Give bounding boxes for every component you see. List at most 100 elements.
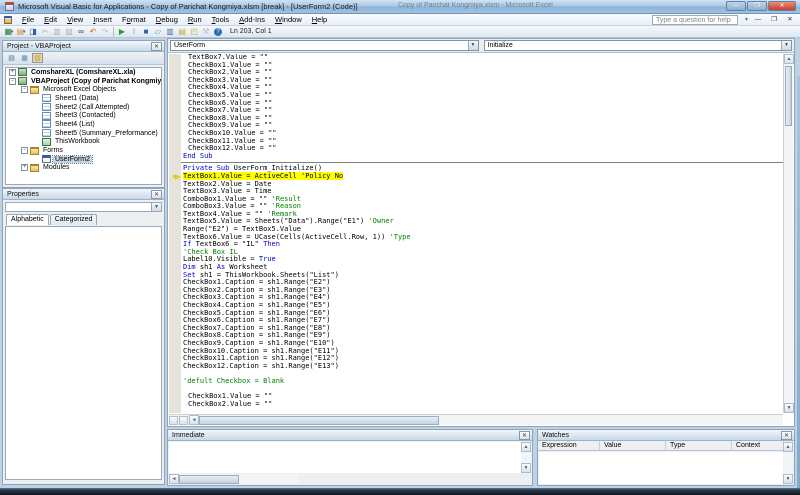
minimize-button[interactable]: —: [726, 1, 746, 11]
toggle-folders-icon[interactable]: ▨: [32, 53, 43, 63]
scroll-left-icon[interactable]: ◄: [169, 474, 179, 484]
maximize-button[interactable]: ❐: [747, 1, 767, 11]
tab-alphabetic[interactable]: Alphabetic: [6, 214, 49, 225]
scrollbar-thumb[interactable]: [179, 475, 239, 484]
procedure-dropdown[interactable]: Initialize ▼: [484, 40, 793, 51]
watches-column-expression[interactable]: Expression: [538, 441, 600, 450]
menu-add-ins[interactable]: Add-Ins: [234, 14, 270, 25]
menu-tools[interactable]: Tools: [207, 14, 235, 25]
watches-column-type[interactable]: Type: [666, 441, 732, 450]
chevron-down-icon[interactable]: ▼: [468, 41, 478, 50]
tree-item[interactable]: Sheet1 (Data): [6, 94, 161, 103]
run-icon[interactable]: ▶: [116, 26, 128, 37]
chevron-down-icon[interactable]: ▼: [781, 41, 791, 50]
watches-panel-close-icon[interactable]: ✕: [781, 431, 792, 440]
immediate-horizontal-scrollbar[interactable]: ◄: [169, 474, 299, 484]
menu-view[interactable]: View: [62, 14, 88, 25]
close-button[interactable]: ✕: [768, 1, 796, 11]
tree-item[interactable]: - Forms: [6, 146, 161, 155]
expand-icon[interactable]: +: [9, 69, 16, 76]
watches-column-context[interactable]: Context: [732, 441, 784, 450]
expand-icon[interactable]: +: [21, 164, 28, 171]
tree-item[interactable]: UserForm2: [6, 155, 161, 164]
tab-categorized[interactable]: Categorized: [50, 214, 98, 225]
help-icon[interactable]: ?: [212, 26, 224, 37]
scrollbar-thumb[interactable]: [785, 66, 792, 126]
project-panel-toolbar: ▤▦▨: [3, 52, 164, 65]
tree-item[interactable]: -VBAProject (Copy of Parichat Kongmiya.x…: [6, 77, 161, 86]
scrollbar-thumb[interactable]: [199, 416, 439, 425]
tree-item[interactable]: ThisWorkbook: [6, 138, 161, 147]
object-browser-icon[interactable]: ◰: [188, 26, 200, 37]
properties-window-icon[interactable]: ▤: [176, 26, 188, 37]
code-editor[interactable]: TextBox7.Value = ""CheckBox1.Value = ""C…: [169, 54, 783, 413]
menu-help[interactable]: Help: [307, 14, 332, 25]
tree-item-label: Forms: [41, 147, 65, 154]
tree-item-label: ThisWorkbook: [53, 138, 102, 145]
menu-edit[interactable]: Edit: [39, 14, 62, 25]
immediate-panel-title: Immediate: [172, 432, 205, 439]
help-dropdown-icon[interactable]: ▾: [745, 16, 748, 23]
collapse-icon[interactable]: -: [21, 86, 28, 93]
scroll-left-icon[interactable]: ◄: [189, 415, 199, 425]
menu-file[interactable]: File: [17, 14, 39, 25]
object-dropdown[interactable]: UserForm ▼: [170, 40, 479, 51]
tree-item[interactable]: Sheet2 (Call Attempted): [6, 103, 161, 112]
collapse-icon[interactable]: -: [9, 78, 16, 85]
undo-icon[interactable]: ↶: [87, 26, 99, 37]
project-explorer-icon[interactable]: ▥: [164, 26, 176, 37]
chevron-down-icon[interactable]: ▼: [151, 203, 161, 211]
menu-run[interactable]: Run: [183, 14, 207, 25]
watches-vertical-scrollbar[interactable]: ▲ ▼: [783, 442, 793, 484]
mdi-close-button[interactable]: ✕: [784, 15, 796, 25]
tree-item[interactable]: +ComshareXL (ComshareXL.xla): [6, 68, 161, 77]
app-icon: [5, 2, 14, 11]
mdi-minimize-button[interactable]: —: [752, 15, 764, 25]
tree-item-label: Sheet1 (Data): [53, 95, 101, 102]
tree-item[interactable]: +Modules: [6, 164, 161, 173]
tree-item[interactable]: Sheet4 (List): [6, 120, 161, 129]
scroll-up-icon[interactable]: ▲: [521, 442, 531, 452]
properties-panel-close-icon[interactable]: ✕: [151, 190, 162, 199]
scroll-down-icon[interactable]: ▼: [784, 403, 794, 413]
sheet-icon: [42, 112, 51, 120]
insert-userform-icon[interactable]: ▤▾: [15, 26, 27, 37]
scroll-down-icon[interactable]: ▼: [783, 474, 793, 484]
immediate-panel-close-icon[interactable]: ✕: [519, 431, 530, 440]
tree-item[interactable]: -Microsoft Excel Objects: [6, 85, 161, 94]
menu-window[interactable]: Window: [270, 14, 307, 25]
watches-column-value[interactable]: Value: [600, 441, 666, 450]
code-line: CheckBox12.Caption = sh1.Range("E13"): [169, 363, 783, 371]
background-window-title: Copy of Parichat Kongmiya.xlsm - Microso…: [398, 2, 553, 9]
properties-panel-header: Properties ✕: [3, 189, 164, 200]
menu-debug[interactable]: Debug: [151, 14, 183, 25]
help-search-input[interactable]: Type a question for help: [652, 15, 738, 25]
reset-icon[interactable]: ■: [140, 26, 152, 37]
tree-item[interactable]: Sheet3 (Contacted): [6, 111, 161, 120]
scroll-up-icon[interactable]: ▲: [783, 442, 793, 452]
view-excel-icon[interactable]: ▦▾: [3, 26, 15, 37]
collapse-icon[interactable]: -: [21, 147, 28, 154]
code-vertical-scrollbar[interactable]: ▲ ▼: [783, 54, 793, 413]
menu-insert[interactable]: Insert: [88, 14, 117, 25]
redo-icon: ↷: [99, 26, 111, 37]
view-object-icon[interactable]: ▦: [19, 53, 30, 63]
watches-list[interactable]: [539, 452, 783, 484]
mdi-restore-button[interactable]: ❐: [768, 15, 780, 25]
menu-format[interactable]: Format: [117, 14, 151, 25]
design-mode-icon[interactable]: ▱: [152, 26, 164, 37]
properties-object-dropdown[interactable]: ▼: [5, 202, 162, 212]
save-icon[interactable]: ◨: [27, 26, 39, 37]
procedure-view-button[interactable]: [169, 416, 178, 425]
properties-list[interactable]: [5, 226, 162, 480]
code-horizontal-scrollbar[interactable]: ◄: [169, 414, 783, 425]
project-panel-close-icon[interactable]: ✕: [151, 42, 162, 51]
scroll-down-icon[interactable]: ▼: [521, 463, 531, 473]
immediate-vertical-scrollbar[interactable]: ▲ ▼: [521, 442, 531, 473]
full-module-view-button[interactable]: [179, 416, 188, 425]
tree-item[interactable]: Sheet5 (Summary_Preformance): [6, 129, 161, 138]
immediate-input-area[interactable]: [169, 442, 521, 473]
find-icon[interactable]: ∞: [75, 26, 87, 37]
scroll-up-icon[interactable]: ▲: [784, 54, 794, 64]
view-code-icon[interactable]: ▤: [6, 53, 17, 63]
